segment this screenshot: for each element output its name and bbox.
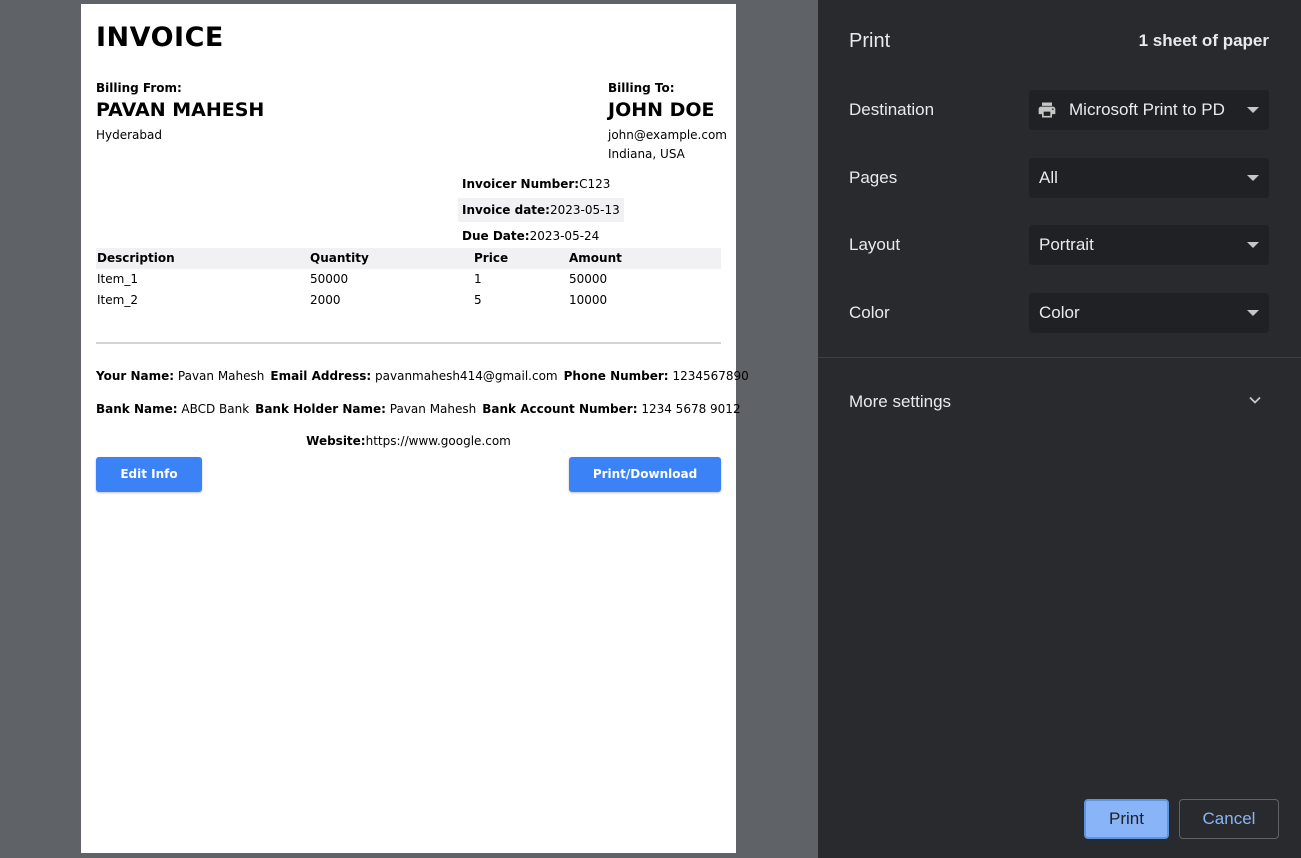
phone-label: Phone Number: xyxy=(563,369,669,383)
billing-to-label: Billing To: xyxy=(608,81,675,95)
website-value: https://www.google.com xyxy=(365,434,511,448)
billing-from-label: Billing From: xyxy=(96,81,182,95)
cell-price: 5 xyxy=(474,293,482,307)
color-label: Color xyxy=(849,303,890,322)
caret-down-icon xyxy=(1247,310,1259,316)
invoice-date: Invoice date:2023-05-13 xyxy=(458,198,624,222)
your-name-label: Your Name: xyxy=(96,369,175,383)
print-download-button[interactable]: Print/Download xyxy=(569,457,721,492)
invoice-title: INVOICE xyxy=(96,22,224,53)
phone-value: 1234567890 xyxy=(672,369,749,383)
email-label: Email Address: xyxy=(270,369,372,383)
header-price: Price xyxy=(474,251,509,265)
color-select[interactable]: Color xyxy=(1029,293,1269,333)
cell-amount: 50000 xyxy=(569,272,608,286)
destination-value: Microsoft Print to PD xyxy=(1069,100,1225,119)
billing-to-name: JOHN DOE xyxy=(608,99,715,121)
sheet-count: 1 sheet of paper xyxy=(1138,31,1269,50)
bank-account-label: Bank Account Number: xyxy=(482,402,638,416)
billing-from-city: Hyderabad xyxy=(96,128,162,142)
print-settings-panel: Print 1 sheet of paper Destination Micro… xyxy=(818,0,1301,858)
invoice-date-label: Invoice date: xyxy=(462,203,550,217)
table-header: Description Quantity Price Amount xyxy=(96,248,721,269)
billing-to-email: john@example.com xyxy=(608,128,727,142)
bank-name-label: Bank Name: xyxy=(96,402,178,416)
cell-amount: 10000 xyxy=(569,293,608,307)
header-quantity: Quantity xyxy=(310,251,369,265)
cell-description: Item_2 xyxy=(97,293,138,307)
due-date-value: 2023-05-24 xyxy=(529,229,600,243)
more-settings-toggle[interactable]: More settings xyxy=(849,392,951,412)
your-name-value: Pavan Mahesh xyxy=(177,369,265,383)
caret-down-icon xyxy=(1247,242,1259,248)
bank-holder-value: Pavan Mahesh xyxy=(389,402,477,416)
billing-to-address: Indiana, USA xyxy=(608,147,685,161)
print-preview-area: INVOICE Billing From: PAVAN MAHESH Hyder… xyxy=(0,0,818,858)
layout-value: Portrait xyxy=(1039,235,1094,254)
email-value: pavanmahesh414@gmail.com xyxy=(375,369,558,383)
header-description: Description xyxy=(97,251,175,265)
cancel-button[interactable]: Cancel xyxy=(1179,799,1279,839)
layout-label: Layout xyxy=(849,235,901,254)
caret-down-icon xyxy=(1247,107,1259,113)
caret-down-icon xyxy=(1247,175,1259,181)
due-date-label: Due Date: xyxy=(462,229,530,243)
edit-info-button[interactable]: Edit Info xyxy=(96,457,202,492)
bank-account-value: 1234 5678 9012 xyxy=(641,402,741,416)
cell-description: Item_1 xyxy=(97,272,138,286)
table-row: Item_1 50000 1 50000 xyxy=(96,269,721,290)
invoice-date-value: 2023-05-13 xyxy=(549,203,620,217)
cell-price: 1 xyxy=(474,272,482,286)
destination-select[interactable]: Microsoft Print to PD xyxy=(1029,90,1269,130)
cell-quantity: 50000 xyxy=(310,272,349,286)
printer-icon xyxy=(1038,102,1056,118)
header-amount: Amount xyxy=(569,251,622,265)
invoice-number-label: Invoicer Number: xyxy=(462,177,580,191)
destination-label: Destination xyxy=(849,100,935,119)
pages-label: Pages xyxy=(849,168,898,187)
chevron-down-icon[interactable] xyxy=(1248,393,1262,407)
divider xyxy=(96,342,721,344)
items-table: Description Quantity Price Amount Item_1… xyxy=(96,248,721,311)
website-line: Website:https://www.google.com xyxy=(96,434,721,448)
cell-quantity: 2000 xyxy=(310,293,341,307)
layout-select[interactable]: Portrait xyxy=(1029,225,1269,265)
bank-holder-label: Bank Holder Name: xyxy=(255,402,386,416)
contact-line: Your Name: Pavan Mahesh Email Address: pa… xyxy=(96,369,749,383)
invoice-number-value: C123 xyxy=(579,177,611,191)
pages-value: All xyxy=(1039,168,1058,187)
bank-name-value: ABCD Bank xyxy=(181,402,250,416)
table-row: Item_2 2000 5 10000 xyxy=(96,290,721,311)
website-label: Website: xyxy=(306,434,366,448)
due-date: Due Date:2023-05-24 xyxy=(458,224,603,248)
print-button[interactable]: Print xyxy=(1084,799,1169,839)
billing-from-name: PAVAN MAHESH xyxy=(96,99,265,121)
print-title: Print xyxy=(849,30,891,52)
bank-line: Bank Name: ABCD Bank Bank Holder Name: Pa… xyxy=(96,402,741,416)
panel-divider xyxy=(818,357,1301,358)
invoice-page: INVOICE Billing From: PAVAN MAHESH Hyder… xyxy=(81,4,749,853)
color-value: Color xyxy=(1039,303,1080,322)
invoice-number: Invoicer Number:C123 xyxy=(458,172,614,196)
pages-select[interactable]: All xyxy=(1029,158,1269,198)
